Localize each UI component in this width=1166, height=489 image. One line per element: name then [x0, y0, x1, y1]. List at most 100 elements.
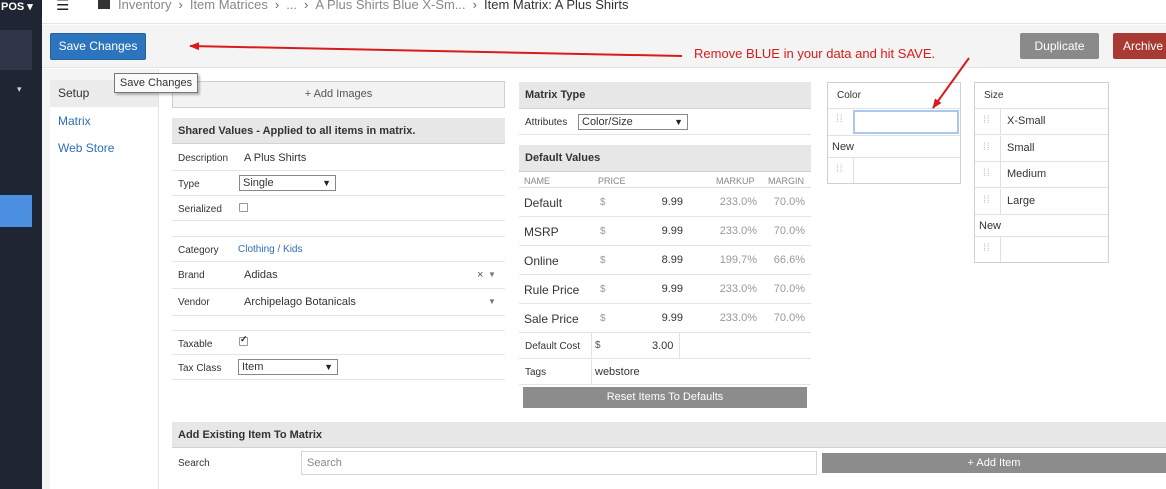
price-field[interactable]: 9.99 — [639, 283, 683, 295]
chevron-down-icon[interactable]: ▼ — [488, 270, 496, 279]
category-label: Category — [178, 245, 219, 256]
vendor-row: Vendor Archipelago Botanicals ▼ — [172, 289, 505, 316]
color-new-row: ⁞⁞ — [828, 157, 960, 183]
default-cost-field[interactable]: 3.00 — [652, 340, 673, 352]
tags-field[interactable]: webstore — [595, 366, 640, 378]
size-value-row: ⁞⁞ Small — [975, 135, 1108, 162]
chevron-down-icon[interactable]: ▾ — [17, 84, 22, 95]
breadcrumb-inventory[interactable]: Inventory — [118, 0, 171, 12]
color-new-input[interactable] — [853, 158, 960, 183]
margin-value: 70.0% — [773, 225, 805, 237]
brand-select[interactable]: Adidas — [244, 269, 278, 281]
toolbar: Save Changes Remove BLUE in your data an… — [42, 25, 1166, 68]
brand-label: Brand — [178, 270, 205, 281]
drag-handle-icon[interactable]: ⁞⁞ — [983, 169, 991, 179]
taxable-checkbox[interactable] — [239, 334, 248, 346]
default-cost-row: Default Cost $ 3.00 — [519, 333, 811, 359]
default-values-row: Default $9.99 233.0% 70.0% — [519, 188, 811, 217]
clear-icon[interactable]: × — [477, 269, 483, 281]
breadcrumb-item[interactable]: A Plus Shirts Blue X-Sm... — [315, 0, 465, 12]
serialized-checkbox[interactable] — [239, 203, 248, 212]
taxable-row: Taxable — [172, 330, 505, 355]
currency-symbol: $ — [600, 226, 606, 237]
category-link[interactable]: Clothing / Kids — [238, 244, 302, 255]
type-select[interactable]: Single ▼ — [239, 175, 336, 191]
duplicate-button[interactable]: Duplicate — [1020, 33, 1099, 59]
add-images-button[interactable]: + Add Images — [172, 81, 505, 108]
size-value-input[interactable]: Small — [1000, 135, 1108, 161]
subnav-item-matrix[interactable]: Matrix — [58, 114, 91, 128]
size-new-label: New — [979, 220, 1002, 232]
markup-value: 233.0% — [719, 225, 757, 237]
vendor-select[interactable]: Archipelago Botanicals — [244, 296, 356, 308]
rail-item-active[interactable] — [0, 195, 32, 227]
chevron-down-icon[interactable]: ▼ — [488, 297, 496, 306]
save-button[interactable]: Save Changes — [50, 33, 146, 60]
price-field[interactable]: 9.99 — [639, 312, 683, 324]
tags-row: Tags webstore — [519, 359, 811, 385]
shared-values-title: Shared Values - Applied to all items in … — [172, 118, 505, 144]
type-label: Type — [178, 179, 200, 190]
drag-handle-icon[interactable]: ⁞⁞ — [983, 195, 991, 205]
price-field[interactable]: 9.99 — [639, 196, 683, 208]
color-value-input[interactable] — [853, 110, 959, 134]
markup-value: 233.0% — [719, 196, 757, 208]
attributes-select[interactable]: Color/Size ▼ — [578, 114, 688, 130]
price-field[interactable]: 8.99 — [639, 254, 683, 266]
breadcrumb-separator: › — [178, 0, 183, 12]
size-value-row: ⁞⁞ Medium — [975, 162, 1108, 188]
price-row-name: Sale Price — [524, 312, 579, 326]
add-item-button[interactable]: + Add Item — [822, 453, 1166, 473]
divider — [591, 359, 592, 384]
type-value: Single — [243, 177, 274, 189]
archive-button[interactable]: Archive — [1113, 33, 1166, 59]
description-field[interactable]: A Plus Shirts — [244, 152, 306, 164]
drag-handle-icon[interactable]: ⁞⁞ — [983, 142, 991, 152]
margin-value: 66.6% — [773, 254, 805, 266]
attributes-value: Color/Size — [582, 116, 633, 128]
serialized-label: Serialized — [178, 204, 222, 215]
size-value-input[interactable]: X-Small — [1000, 109, 1108, 134]
default-cost-label: Default Cost — [525, 341, 581, 352]
color-value-row: ⁞⁞ — [828, 109, 960, 136]
search-label: Search — [178, 458, 210, 469]
dropdown-arrow-icon: ▼ — [322, 178, 331, 188]
app-rail: POS ▾ ▾ — [0, 0, 42, 489]
description-label: Description — [178, 153, 229, 164]
drag-handle-icon[interactable]: ⁞⁞ — [836, 165, 844, 175]
breadcrumb-ellipsis[interactable]: ... — [286, 0, 297, 12]
menu-icon[interactable]: ☰ — [56, 0, 69, 13]
currency-symbol: $ — [595, 340, 601, 351]
breadcrumb-item-matrices[interactable]: Item Matrices — [190, 0, 268, 12]
drag-handle-icon[interactable]: ⁞⁞ — [983, 244, 991, 254]
dropdown-arrow-icon: ▼ — [674, 117, 683, 127]
pos-menu[interactable]: POS ▾ — [0, 0, 42, 14]
tags-label: Tags — [525, 367, 547, 378]
breadcrumb-separator: › — [472, 0, 477, 12]
subnav-item-web-store[interactable]: Web Store — [58, 141, 114, 155]
search-input[interactable]: Search — [301, 451, 817, 475]
default-values-title: Default Values — [519, 145, 811, 172]
drag-handle-icon[interactable]: ⁞⁞ — [983, 116, 991, 126]
description-row: Description A Plus Shirts — [172, 145, 505, 171]
size-value-input[interactable]: Medium — [1000, 162, 1108, 187]
top-header: ☰ Inventory › Item Matrices ›... › A Plus Shi… — [42, 0, 1166, 24]
tax-class-row: Tax Class Item ▼ — [172, 355, 505, 380]
size-value-row: ⁞⁞ X-Small — [975, 109, 1108, 135]
attributes-label: Attributes — [525, 117, 568, 128]
attributes-row: Attributes Color/Size ▼ — [519, 110, 811, 135]
drag-handle-icon[interactable]: ⁞⁞ — [836, 115, 844, 125]
price-row-name: Rule Price — [524, 283, 580, 297]
currency-symbol: $ — [600, 255, 606, 266]
size-attribute-box: Size ⁞⁞ X-Small ⁞⁞ Small ⁞⁞ Medium ⁞⁞ Large New… — [974, 82, 1109, 263]
sub-navigation: Setup Matrix Web Store — [50, 80, 158, 489]
reset-defaults-button[interactable]: Reset Items To Defaults — [523, 387, 807, 408]
size-attribute-title: Size — [975, 83, 1108, 109]
size-value-input[interactable]: Large — [1000, 188, 1108, 214]
price-field[interactable]: 9.99 — [639, 225, 683, 237]
color-new-label: New — [832, 141, 855, 153]
tax-class-select[interactable]: Item ▼ — [238, 359, 338, 375]
rail-item[interactable] — [0, 30, 32, 70]
price-row-name: Online — [524, 254, 559, 268]
size-new-input[interactable] — [1000, 237, 1108, 262]
